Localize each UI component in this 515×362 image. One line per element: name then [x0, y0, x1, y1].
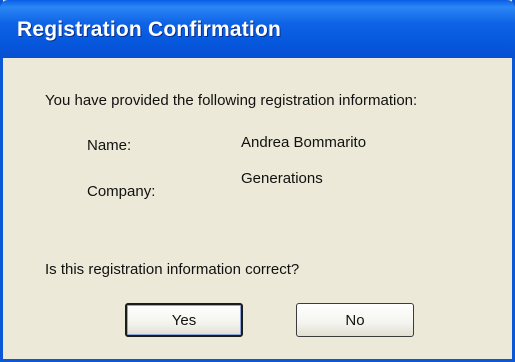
company-value: Generations — [241, 170, 323, 187]
yes-button[interactable]: Yes — [125, 303, 243, 337]
no-button[interactable]: No — [296, 303, 414, 337]
registration-confirmation-dialog: Registration Confirmation You have provi… — [0, 0, 515, 362]
dialog-title: Registration Confirmation — [17, 18, 282, 41]
name-value: Andrea Bommarito — [241, 134, 367, 151]
name-label: Name: — [87, 137, 132, 154]
company-label: Company: — [87, 183, 156, 200]
title-bar[interactable]: Registration Confirmation — [0, 0, 515, 58]
confirmation-question: Is this registration information correct… — [45, 261, 300, 278]
intro-text: You have provided the following registra… — [45, 92, 418, 109]
